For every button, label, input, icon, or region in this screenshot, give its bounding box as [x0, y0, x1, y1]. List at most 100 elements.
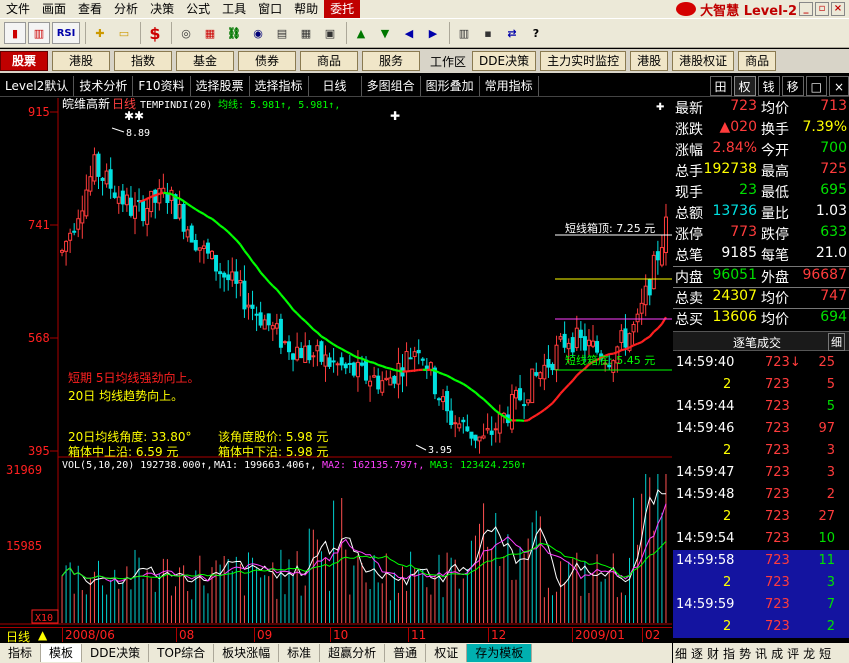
right-tab[interactable]: 短 [817, 645, 833, 662]
menu-decision[interactable]: 决策 [144, 0, 180, 18]
common-indicator[interactable]: 常用指标 [480, 75, 539, 96]
menu-screen[interactable]: 画面 [36, 0, 72, 18]
daily-line[interactable]: 日线 [309, 75, 362, 96]
tick-detail-button[interactable]: 细 [828, 333, 845, 351]
tick-row[interactable]: 2 723 3 [673, 440, 849, 462]
tick-row[interactable]: 2 723 27 [673, 506, 849, 528]
nav-stocks[interactable]: 股票 [0, 51, 48, 71]
marker-plus-icon: ✚ [390, 109, 400, 123]
right-tab[interactable]: 逐 [689, 645, 705, 662]
right-tab[interactable]: 成 [769, 645, 785, 662]
save-icon[interactable]: ▪ [477, 22, 499, 44]
tech-analysis[interactable]: 技术分析 [74, 75, 134, 96]
menu-view[interactable]: 查看 [72, 0, 108, 18]
candlestick-icon[interactable]: ▮ [4, 22, 26, 44]
notes-icon[interactable]: ▦ [295, 22, 317, 44]
tick-row[interactable]: 14:59:44 723 5 [673, 396, 849, 418]
right-tab[interactable]: 指 [721, 645, 737, 662]
tick-row[interactable]: 14:59:46 723 97 [673, 418, 849, 440]
arrow-left-icon[interactable]: ◀ [398, 22, 420, 44]
binoculars-icon[interactable]: ◉ [247, 22, 269, 44]
bottom-tab[interactable]: 权证 [426, 644, 468, 662]
tick-row[interactable]: 2 723 2 [673, 616, 849, 638]
dollar-button[interactable]: $ [144, 22, 166, 44]
menu-file[interactable]: 文件 [0, 0, 36, 18]
maximize-icon[interactable]: □ [805, 75, 827, 96]
nav-dde[interactable]: DDE决策 [472, 51, 537, 71]
help-icon[interactable]: ? [525, 22, 547, 44]
nav-bond[interactable]: 债券 [238, 51, 296, 71]
right-tab[interactable]: 细 [673, 645, 689, 662]
nav-hk-warrant[interactable]: 港股权证 [672, 51, 735, 71]
move-toggle[interactable]: 移 [781, 75, 804, 96]
bottom-tab[interactable]: TOP综合 [149, 644, 215, 662]
grid-toggle[interactable]: 田 [709, 75, 732, 96]
bottom-tab[interactable]: 指标 [0, 644, 42, 662]
select-indicator[interactable]: 选择指标 [250, 75, 309, 96]
minimize-icon[interactable]: _ [799, 2, 813, 16]
right-tab[interactable]: 评 [785, 645, 801, 662]
tick-row[interactable]: 2 723 5 [673, 374, 849, 396]
link-icon[interactable]: ⛓ [223, 22, 245, 44]
close-panel-icon[interactable]: × [828, 75, 849, 96]
ruler-icon[interactable]: ▭ [113, 22, 135, 44]
nav-index[interactable]: 指数 [114, 51, 172, 71]
arrow-up-icon[interactable]: ▲ [350, 22, 372, 44]
restore-icon[interactable]: ▫ [815, 2, 829, 16]
bottom-tab[interactable]: 模板 [41, 644, 83, 662]
document-icon[interactable]: ▤ [271, 22, 293, 44]
f10-info[interactable]: F10资料 [133, 75, 191, 96]
nav-commodity[interactable]: 商品 [300, 51, 358, 71]
lock-icon[interactable]: ▥ [453, 22, 475, 44]
tick-row[interactable]: 14:59:59 723 7 [673, 594, 849, 616]
bottom-tab[interactable]: 普通 [385, 644, 427, 662]
bar-chart-icon[interactable]: ▥ [28, 22, 50, 44]
kline-chart[interactable]: 915 741 568 395 皖维高新 日线 TEMPINDI(20) 均线: 5.… [0, 98, 672, 644]
grid-icon[interactable]: ▦ [199, 22, 221, 44]
rsi-button[interactable]: RSI [52, 22, 80, 44]
multi-chart[interactable]: 多图组合 [362, 75, 421, 96]
nav-goods[interactable]: 商品 [738, 51, 777, 71]
tick-row[interactable]: 14:59:40 723↓ 25 [673, 352, 849, 374]
swap-icon[interactable]: ⇄ [501, 22, 523, 44]
overlay[interactable]: 图形叠加 [421, 75, 480, 96]
right-tab[interactable]: 势 [737, 645, 753, 662]
nav-service[interactable]: 服务 [362, 51, 420, 71]
nav-hk-stocks[interactable]: 港股 [52, 51, 110, 71]
nav-monitor[interactable]: 主力实时监控 [540, 51, 627, 71]
calendar-icon[interactable]: ▣ [319, 22, 341, 44]
arrow-down-icon[interactable]: ▼ [374, 22, 396, 44]
layout-default[interactable]: Level2默认 [0, 75, 75, 96]
menu-tools[interactable]: 工具 [216, 0, 252, 18]
select-stock[interactable]: 选择股票 [191, 75, 250, 96]
nav-fund[interactable]: 基金 [176, 51, 234, 71]
period-tab-arrow-icon[interactable]: ▲ [38, 628, 47, 642]
bottom-tab[interactable]: DDE决策 [82, 644, 150, 662]
right-tab[interactable]: 讯 [753, 645, 769, 662]
glasses-icon[interactable]: ◎ [175, 22, 197, 44]
menu-trade[interactable]: 委托 [324, 0, 361, 18]
bottom-tab[interactable]: 板块涨幅 [214, 644, 280, 662]
money-toggle[interactable]: 钱 [757, 75, 780, 96]
right-tab[interactable]: 龙 [801, 645, 817, 662]
rights-toggle[interactable]: 权 [733, 75, 756, 96]
bottom-tab[interactable]: 超赢分析 [320, 644, 386, 662]
nav-hk[interactable]: 港股 [630, 51, 669, 71]
menu-formula[interactable]: 公式 [180, 0, 216, 18]
candle-body [307, 345, 312, 361]
tick-row[interactable]: 2 723 3 [673, 572, 849, 594]
bottom-tab[interactable]: 标准 [279, 644, 321, 662]
date-axis-label: 2009/01 [572, 628, 625, 642]
tick-row[interactable]: 14:59:58 723 11 [673, 550, 849, 572]
arrow-right-icon[interactable]: ▶ [422, 22, 444, 44]
bottom-tab[interactable]: 存为模板 [467, 644, 533, 662]
menu-help[interactable]: 帮助 [288, 0, 324, 18]
menu-analysis[interactable]: 分析 [108, 0, 144, 18]
menu-window[interactable]: 窗口 [252, 0, 288, 18]
crosshair-icon[interactable]: ✚ [89, 22, 111, 44]
tick-row[interactable]: 14:59:54 723 10 [673, 528, 849, 550]
tick-row[interactable]: 14:59:48 723 2 [673, 484, 849, 506]
close-icon[interactable]: × [831, 2, 845, 16]
tick-row[interactable]: 14:59:47 723 3 [673, 462, 849, 484]
right-tab[interactable]: 财 [705, 645, 721, 662]
